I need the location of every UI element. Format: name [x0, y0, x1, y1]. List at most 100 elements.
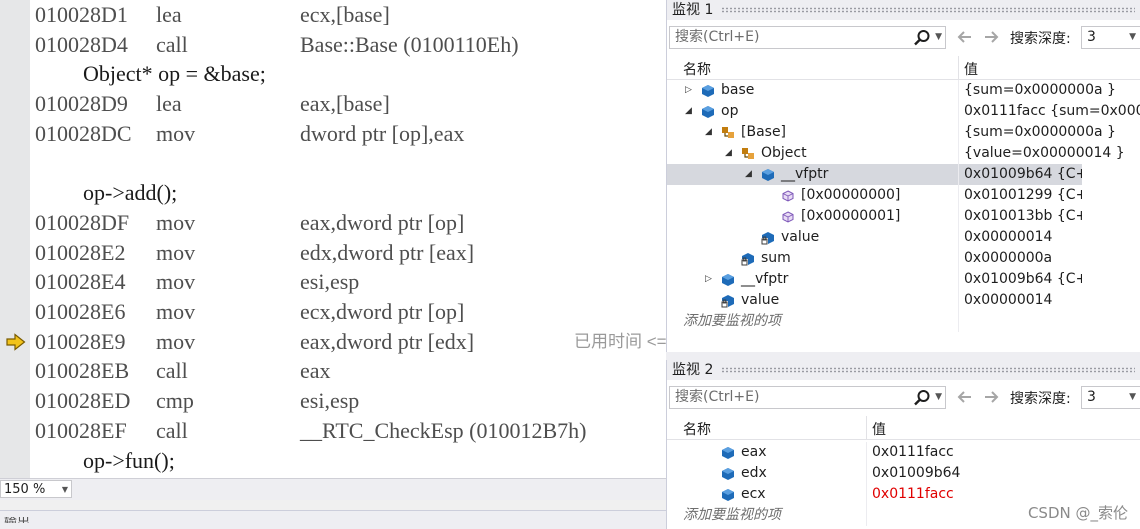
- chevron-down-icon[interactable]: ▼: [935, 387, 942, 408]
- collapsed-triangle-icon[interactable]: ▷: [685, 80, 692, 101]
- asm-operands: ecx,[base]: [300, 2, 390, 27]
- watch-1-search-input[interactable]: 搜索(Ctrl+E) ▼: [669, 26, 946, 49]
- watch-row-value[interactable]: 0x0000000a: [964, 248, 1052, 269]
- expanded-triangle-icon[interactable]: ◢: [745, 164, 752, 185]
- column-separator: [866, 463, 867, 484]
- search-previous-icon[interactable]: [955, 387, 975, 407]
- asm-line[interactable]: 010028E4 mov esi,esp: [35, 267, 668, 296]
- source-text: op->add();: [83, 180, 178, 206]
- watch-row-value[interactable]: 0x0111facc: [872, 442, 954, 463]
- asm-line[interactable]: 010028DF mov eax,dword ptr [op]: [35, 208, 668, 237]
- asm-operands: eax,dword ptr [op]: [300, 209, 465, 235]
- watch-row-value[interactable]: 0x0111facc: [872, 484, 954, 505]
- add-watch-row[interactable]: 添加要监视的项: [667, 311, 1140, 332]
- column-splitter[interactable]: [958, 56, 959, 79]
- asm-address: 010028EB: [35, 358, 130, 384]
- watch-1-title-bar[interactable]: 监视 1: [667, 0, 1140, 20]
- asm-opcode: cmp: [156, 388, 194, 414]
- source-text: op->fun();: [83, 447, 175, 473]
- watch-row[interactable]: edx 0x01009b64: [667, 463, 1140, 484]
- watch-row-value[interactable]: 0x01009b64: [872, 463, 960, 484]
- variable-icon: [722, 468, 734, 480]
- asm-line[interactable]: 010028E6 mov ecx,dword ptr [op]: [35, 297, 668, 326]
- column-header-name[interactable]: 名称: [683, 419, 711, 439]
- add-watch-placeholder[interactable]: 添加要监视的项: [683, 505, 781, 526]
- watch-row[interactable]: [0x00000001] 0x010013bb {C++: [667, 206, 1140, 227]
- asm-line[interactable]: 010028EF call __RTC_CheckEsp (010012B7h): [35, 416, 668, 445]
- column-header-value[interactable]: 值: [964, 59, 978, 79]
- expanded-triangle-icon[interactable]: ◢: [705, 122, 712, 143]
- horizontal-scrollbar[interactable]: [0, 500, 668, 510]
- add-watch-placeholder[interactable]: 添加要监视的项: [683, 311, 781, 332]
- column-separator: [958, 122, 959, 143]
- column-header-name[interactable]: 名称: [683, 59, 711, 79]
- margin-gutter[interactable]: [0, 0, 30, 478]
- collapsed-triangle-icon[interactable]: ▷: [705, 269, 712, 290]
- watch-row-value[interactable]: 0x00000014: [964, 227, 1052, 248]
- pane-splitter[interactable]: [666, 352, 1140, 360]
- watch-row[interactable]: ◢ Object {value=0x00000014 }: [667, 143, 1140, 164]
- asm-line[interactable]: 010028EB call eax: [35, 356, 668, 385]
- watch-row-value[interactable]: 0x01009b64 {C++: [964, 164, 1099, 185]
- column-separator: [866, 484, 867, 505]
- watch-row[interactable]: [0x00000000] 0x01001299 {C++:: [667, 185, 1140, 206]
- watch-row[interactable]: ◢ op 0x0111facc {sum=0x0000: [667, 101, 1140, 122]
- asm-line[interactable]: 010028D1 lea ecx,[base]: [35, 0, 668, 29]
- watch-row[interactable]: ◢ __vfptr 0x01009b64 {C++: [667, 164, 1140, 185]
- watch-row[interactable]: value 0x00000014: [667, 227, 1140, 248]
- search-depth-dropdown[interactable]: 3 ▼: [1081, 26, 1140, 49]
- expanded-triangle-icon[interactable]: ◢: [725, 143, 732, 164]
- asm-address: 010028EF: [35, 417, 127, 443]
- watch-row[interactable]: ◢ [Base] {sum=0x0000000a }: [667, 122, 1140, 143]
- column-splitter[interactable]: [866, 416, 867, 439]
- field-icon: [741, 253, 754, 266]
- search-next-icon[interactable]: [981, 387, 1001, 407]
- asm-line[interactable]: 010028E9 mov eax,dword ptr [edx] 已用时间 <=: [35, 327, 668, 356]
- watch-row-value[interactable]: {sum=0x0000000a }: [964, 80, 1116, 101]
- output-tab[interactable]: 输出: [0, 510, 668, 529]
- asm-line[interactable]: 010028E2 mov edx,dword ptr [eax]: [35, 238, 668, 267]
- watch-row[interactable]: eax 0x0111facc: [667, 442, 1140, 463]
- watch-row[interactable]: ▷ __vfptr 0x01009b64 {C++: [667, 269, 1140, 290]
- source-line[interactable]: op->add();: [35, 178, 668, 207]
- asm-opcode: lea: [156, 91, 182, 117]
- watch-row-name: base: [721, 82, 755, 98]
- expanded-triangle-icon[interactable]: ◢: [685, 101, 692, 122]
- watch-row-value[interactable]: {value=0x00000014 }: [964, 143, 1125, 164]
- watch-row-value[interactable]: 0x00000014: [964, 290, 1052, 311]
- title-grip: [721, 7, 1135, 13]
- asm-line[interactable]: 010028D4 call Base::Base (0100110Eh): [35, 30, 668, 59]
- search-icon[interactable]: [913, 29, 931, 47]
- watch-2-search-input[interactable]: 搜索(Ctrl+E) ▼: [669, 386, 946, 409]
- watch-row[interactable]: sum 0x0000000a: [667, 248, 1140, 269]
- asm-operands: dword ptr [op],eax: [300, 120, 465, 146]
- column-separator: [958, 164, 959, 185]
- watch-2-title-bar[interactable]: 监视 2: [667, 360, 1140, 380]
- watch-row-value[interactable]: 0x010013bb {C++: [964, 206, 1099, 227]
- search-depth-dropdown[interactable]: 3 ▼: [1081, 386, 1140, 409]
- asm-line[interactable]: 010028DC mov dword ptr [op],eax: [35, 119, 668, 148]
- search-icon[interactable]: [913, 389, 931, 407]
- chevron-down-icon[interactable]: ▼: [935, 27, 942, 48]
- watch-row[interactable]: ▷ base {sum=0x0000000a }: [667, 80, 1140, 101]
- elapsed-time-hint[interactable]: 已用时间 <=: [574, 327, 667, 356]
- watch-row-value[interactable]: 0x01009b64 {C++: [964, 269, 1099, 290]
- column-separator: [958, 101, 959, 122]
- watch-1-title: 监视 1: [672, 2, 714, 18]
- blank-line[interactable]: [35, 149, 668, 178]
- column-separator: [958, 311, 959, 332]
- asm-line[interactable]: 010028ED cmp esi,esp: [35, 386, 668, 415]
- watch-row[interactable]: value 0x00000014: [667, 290, 1140, 311]
- search-next-icon[interactable]: [981, 27, 1001, 47]
- source-line[interactable]: Object* op = &base;: [35, 59, 668, 88]
- watch-row-value[interactable]: 0x0111facc {sum=0x0000: [964, 101, 1140, 122]
- watch-row-value[interactable]: {sum=0x0000000a }: [964, 122, 1116, 143]
- asm-line[interactable]: 010028D9 lea eax,[base]: [35, 89, 668, 118]
- asm-address: 010028DF: [35, 209, 130, 235]
- search-previous-icon[interactable]: [955, 27, 975, 47]
- source-line[interactable]: op->fun();: [35, 446, 668, 475]
- disassembly-code[interactable]: 010028D1 lea ecx,[base] 010028D4 call Base::B…: [35, 0, 668, 478]
- zoom-level-dropdown[interactable]: 150 % ▼: [0, 480, 72, 498]
- column-header-value[interactable]: 值: [872, 419, 886, 439]
- search-placeholder: 搜索(Ctrl+E): [675, 389, 760, 405]
